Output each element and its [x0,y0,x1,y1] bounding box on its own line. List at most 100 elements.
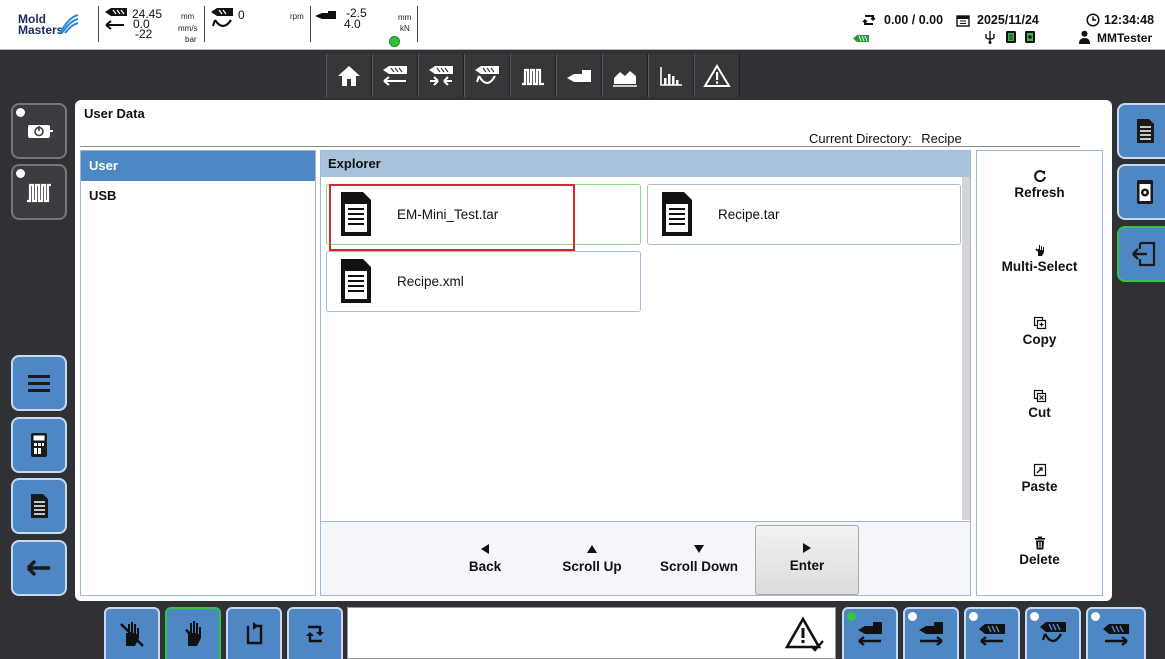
alarm-icon [703,63,731,87]
separator [204,6,205,42]
hamburger-menu-icon [28,375,50,392]
paste-icon [1033,463,1046,477]
nav-profile[interactable] [602,54,648,97]
semi-auto-button[interactable] [165,607,221,659]
clock-icon [1086,13,1100,27]
scroll-down-button[interactable]: Scroll Down [647,525,751,595]
user-icon [1079,30,1090,44]
current-directory: Current Directory: Recipe [809,131,962,146]
cut-icon [1033,389,1046,403]
usb-icon [985,31,995,44]
copy-icon [1033,316,1046,330]
nav-heaters[interactable] [510,54,556,97]
back-button[interactable] [11,540,67,596]
screw-rotation-icon [211,8,233,28]
hand-icon [185,621,201,646]
triangle-right-icon [803,543,811,553]
heater-icon [522,68,544,85]
settings-document-button[interactable] [1117,164,1165,220]
refresh-button[interactable]: Refresh [977,169,1102,200]
back-nav-button[interactable]: Back [433,525,537,595]
file-item-recipe-tar[interactable]: Recipe.tar [647,184,961,245]
triangle-left-icon [481,544,489,554]
file-transfer-icon [1132,241,1156,267]
power-heater-button[interactable] [11,103,67,159]
nav-nozzle[interactable] [556,54,602,97]
alarm-message-bar[interactable] [347,607,836,659]
location-item-user[interactable]: User [81,151,315,181]
nav-injection[interactable] [372,54,418,97]
bar-chart-icon [660,66,682,86]
scroll-up-button[interactable]: Scroll Up [540,525,644,595]
separator [98,6,99,42]
calculator-button[interactable] [11,417,67,473]
export-import-button[interactable] [1117,226,1165,282]
settings-document-icon [1025,31,1035,43]
file-item-recipe-xml[interactable]: Recipe.xml [326,251,641,312]
heater-zones-button[interactable] [11,164,67,220]
heater-icon [27,183,51,203]
injection-forward-button[interactable] [1086,607,1146,659]
multi-select-button[interactable]: Multi-Select [977,243,1102,274]
profile-chart-icon [613,70,637,87]
triangle-down-icon [694,545,704,553]
nav-clamp[interactable] [418,54,464,97]
injection-back-button[interactable] [964,607,1020,659]
cycle-icon [862,15,876,25]
user-data-panel: User Data Current Directory: Recipe User… [75,100,1112,601]
nav-home[interactable] [326,54,372,97]
screw-rotate-button[interactable] [1025,607,1081,659]
documents-button[interactable] [11,478,67,534]
main-navigation [326,54,740,97]
screw-rotation-icon [1040,622,1066,643]
manual-mode-button[interactable] [104,607,160,659]
nav-statistics[interactable] [648,54,694,97]
screw-rotation-icon [475,65,499,84]
enter-button[interactable]: Enter [755,525,859,595]
injection-unit-icon [105,8,127,16]
nozzle-retract-icon [858,622,882,646]
page-title: User Data [84,106,145,121]
separator [417,6,418,42]
auto-cycle-button[interactable] [287,607,343,659]
hand-manual-icon [120,622,144,647]
clamp-icon [429,65,453,86]
menu-button[interactable] [11,355,67,411]
divider [80,146,1080,147]
mold-masters-logo: Mold Masters [6,10,88,40]
status-dot [389,36,400,47]
cycle-single-icon [246,622,263,645]
paste-button[interactable]: Paste [977,463,1102,494]
nozzle-icon [315,11,336,19]
arrow-left-icon [26,559,50,577]
cycle-auto-icon [306,625,324,643]
document-button[interactable] [1117,103,1165,159]
location-item-usb[interactable]: USB [81,181,315,211]
nozzle-icon [567,69,591,82]
file-document-icon [341,259,371,303]
nav-alarms[interactable] [694,54,740,97]
file-actions: Refresh Multi-Select Copy Cut Paste Dele… [976,150,1103,596]
power-heater-icon [28,125,53,138]
trash-icon [1034,536,1045,550]
nozzle-forward-button[interactable] [903,607,959,659]
explorer-scrollbar[interactable] [962,177,970,520]
nav-screw-rotation[interactable] [464,54,510,97]
calculator-icon [31,433,47,457]
copy-button[interactable]: Copy [977,316,1102,347]
logo-arc-icon [59,14,79,34]
arrow-left-icon [105,20,124,30]
triangle-up-icon [587,545,597,553]
injection-retract-icon [979,624,1005,646]
single-cycle-button[interactable] [226,607,282,659]
delete-button[interactable]: Delete [977,536,1102,567]
document-status-icon [1006,31,1016,43]
injection-advance-icon [1103,624,1129,646]
hand-select-icon [1034,245,1044,256]
document-icon [31,494,48,518]
alarm-acknowledge-icon [785,616,824,652]
cut-button[interactable]: Cut [977,389,1102,420]
injection-status-icon [853,35,869,42]
status-bar: Mold Masters 24.45 0.0 -22 mm mm/s bar 0… [0,0,1165,50]
nozzle-back-button[interactable] [842,607,898,659]
